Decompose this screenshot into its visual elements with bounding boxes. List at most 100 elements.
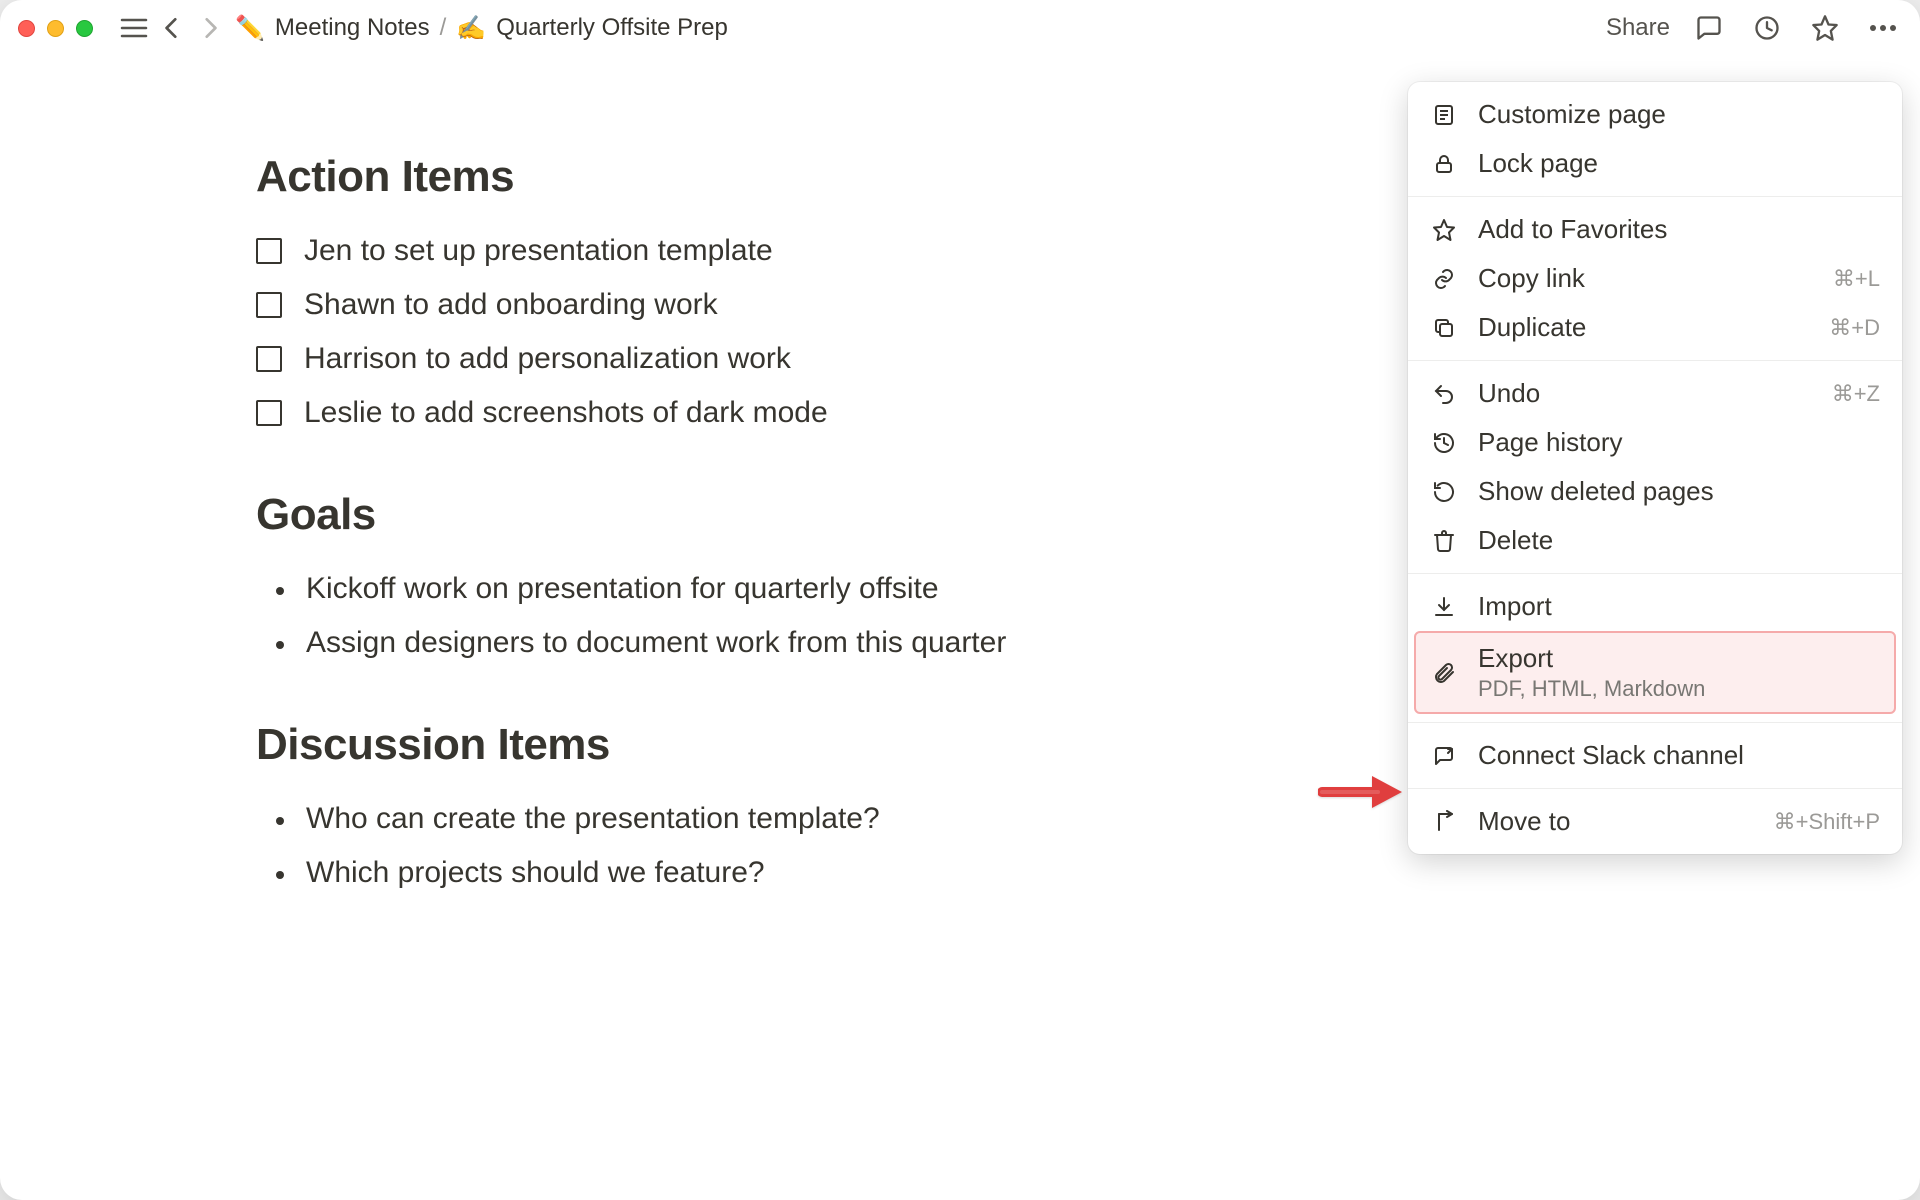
annotation-arrow-icon [1318,770,1402,814]
menu-item-shortcut: ⌘+L [1833,266,1880,292]
menu-item-duplicate[interactable]: Duplicate ⌘+D [1408,303,1902,352]
menu-item-label: Page history [1478,427,1880,458]
menu-item-add-favorites[interactable]: Add to Favorites [1408,205,1902,254]
page-content: Action Items Jen to set up presentation … [0,56,1100,900]
menu-item-label: Delete [1478,525,1880,556]
undo-icon [1430,380,1458,408]
menu-item-import[interactable]: Import [1408,582,1902,631]
menu-item-undo[interactable]: Undo ⌘+Z [1408,369,1902,418]
forward-button[interactable] [191,9,229,47]
more-button[interactable] [1864,9,1902,47]
attachment-icon [1430,659,1458,687]
menu-separator [1408,360,1902,361]
checkbox-icon[interactable] [256,400,282,426]
list-item[interactable]: Who can create the presentation template… [256,792,1100,846]
todo-text: Shawn to add onboarding work [304,288,718,322]
menu-separator [1408,788,1902,789]
menu-item-shortcut: ⌘+D [1829,315,1880,341]
menu-item-show-deleted[interactable]: Show deleted pages [1408,467,1902,516]
list-item-text: Kickoff work on presentation for quarter… [306,572,939,606]
sidebar-toggle-button[interactable] [115,9,153,47]
menu-separator [1408,722,1902,723]
updates-button[interactable] [1748,9,1786,47]
menu-item-label: Undo [1478,378,1812,409]
heading-discussion-items[interactable]: Discussion Items [256,720,1100,770]
menu-item-label: Show deleted pages [1478,476,1880,507]
todo-item[interactable]: Leslie to add screenshots of dark mode [256,386,1100,440]
breadcrumb-separator: / [440,14,447,42]
menu-item-subtitle: PDF, HTML, Markdown [1478,676,1880,702]
pencil-icon: ✏️ [235,14,265,43]
window-controls [18,20,93,37]
checkbox-icon[interactable] [256,292,282,318]
bullet-icon [276,817,284,825]
menu-item-copy-link[interactable]: Copy link ⌘+L [1408,254,1902,303]
bullet-icon [276,641,284,649]
page-options-menu: Customize page Lock page Add to Favorite… [1408,82,1902,854]
menu-item-label: Add to Favorites [1478,214,1880,245]
list-item-text: Who can create the presentation template… [306,802,880,836]
checkbox-icon[interactable] [256,238,282,264]
todo-item[interactable]: Jen to set up presentation template [256,224,1100,278]
discussion-list: Who can create the presentation template… [256,792,1100,900]
checkbox-icon[interactable] [256,346,282,372]
history-icon [1430,429,1458,457]
trash-icon [1430,527,1458,555]
list-item[interactable]: Assign designers to document work from t… [256,616,1100,670]
menu-item-move-to[interactable]: Move to ⌘+Shift+P [1408,797,1902,846]
menu-item-label: Duplicate [1478,312,1809,343]
favorite-button[interactable] [1806,9,1844,47]
list-item-text: Assign designers to document work from t… [306,626,1006,660]
menu-item-label: Import [1478,591,1880,622]
slack-icon [1430,742,1458,770]
minimize-window-button[interactable] [47,20,64,37]
menu-item-label: Copy link [1478,263,1813,294]
breadcrumb-current-label: Quarterly Offsite Prep [496,14,728,42]
menu-item-label: Customize page [1478,99,1880,130]
comments-button[interactable] [1690,9,1728,47]
menu-item-customize-page[interactable]: Customize page [1408,90,1902,139]
list-item[interactable]: Kickoff work on presentation for quarter… [256,562,1100,616]
app-window: ✏️ Meeting Notes / ✍️ Quarterly Offsite … [0,0,1920,1200]
close-window-button[interactable] [18,20,35,37]
topbar-actions: Share [1606,9,1902,47]
link-icon [1430,265,1458,293]
bullet-icon [276,871,284,879]
menu-item-label: Lock page [1478,148,1880,179]
list-item-text: Which projects should we feature? [306,856,765,890]
import-icon [1430,593,1458,621]
todo-text: Jen to set up presentation template [304,234,773,268]
menu-item-page-history[interactable]: Page history [1408,418,1902,467]
todo-item[interactable]: Harrison to add personalization work [256,332,1100,386]
menu-item-lock-page[interactable]: Lock page [1408,139,1902,188]
menu-item-delete[interactable]: Delete [1408,516,1902,565]
back-button[interactable] [153,9,191,47]
action-items-list: Jen to set up presentation template Shaw… [256,224,1100,440]
topbar: ✏️ Meeting Notes / ✍️ Quarterly Offsite … [0,0,1920,56]
star-icon [1430,216,1458,244]
menu-item-shortcut: ⌘+Z [1832,381,1880,407]
breadcrumb: ✏️ Meeting Notes / ✍️ Quarterly Offsite … [235,14,728,43]
refresh-icon [1430,478,1458,506]
list-item[interactable]: Which projects should we feature? [256,846,1100,900]
menu-item-connect-slack[interactable]: Connect Slack channel [1408,731,1902,780]
menu-item-export[interactable]: Export PDF, HTML, Markdown [1414,631,1896,714]
menu-item-label: Move to [1478,806,1754,837]
heading-goals[interactable]: Goals [256,490,1100,540]
goals-list: Kickoff work on presentation for quarter… [256,562,1100,670]
lock-icon [1430,150,1458,178]
todo-text: Harrison to add personalization work [304,342,791,376]
move-to-icon [1430,808,1458,836]
todo-item[interactable]: Shawn to add onboarding work [256,278,1100,332]
writing-hand-icon: ✍️ [456,14,486,43]
menu-item-label: Connect Slack channel [1478,740,1880,771]
zoom-window-button[interactable] [76,20,93,37]
todo-text: Leslie to add screenshots of dark mode [304,396,828,430]
share-button[interactable]: Share [1606,14,1670,42]
heading-action-items[interactable]: Action Items [256,152,1100,202]
breadcrumb-current[interactable]: ✍️ Quarterly Offsite Prep [456,14,728,43]
menu-separator [1408,573,1902,574]
bullet-icon [276,587,284,595]
customize-icon [1430,101,1458,129]
breadcrumb-parent[interactable]: ✏️ Meeting Notes [235,14,430,43]
